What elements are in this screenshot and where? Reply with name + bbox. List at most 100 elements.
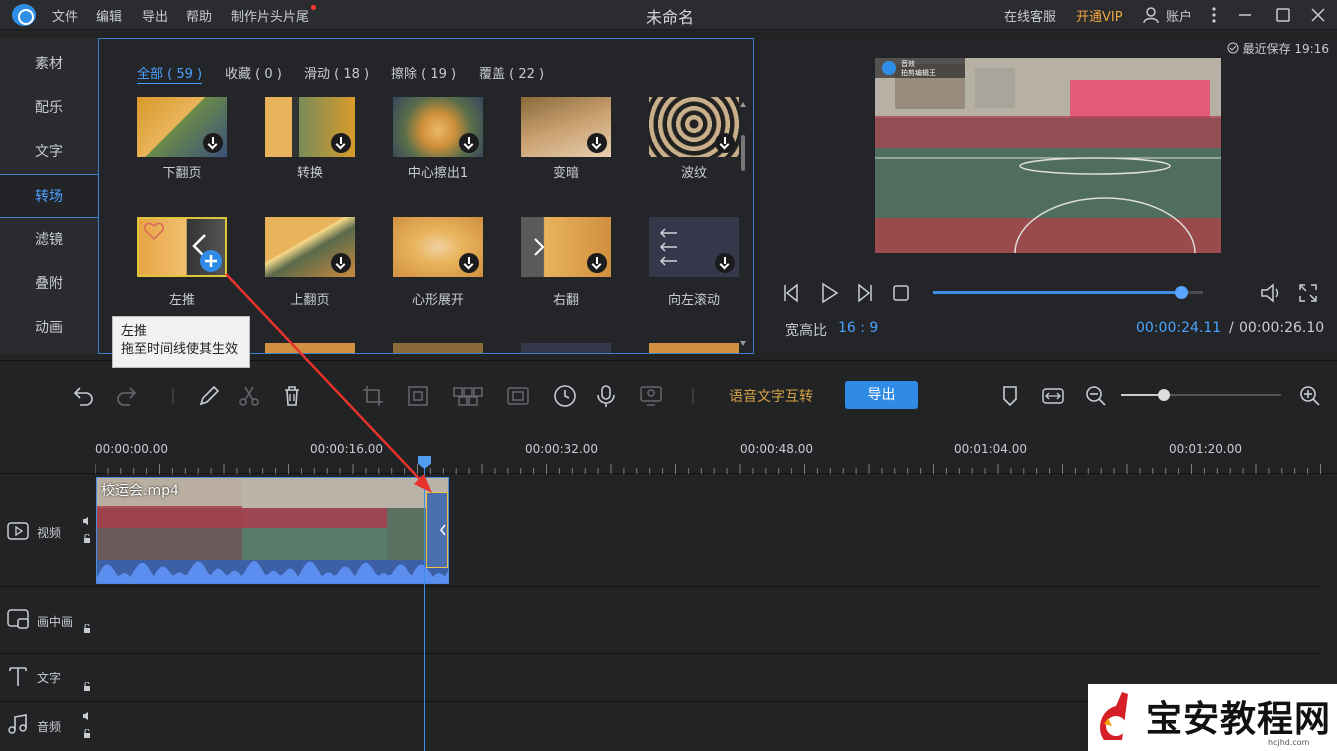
tab-cover[interactable]: 覆盖 ( 22 )	[479, 63, 544, 82]
menu-export[interactable]: 导出	[142, 6, 168, 25]
edit-pencil-icon[interactable]	[196, 383, 222, 409]
transition-thumb[interactable]	[649, 343, 739, 353]
nav-text[interactable]: 文字	[0, 130, 98, 174]
zoom-knob[interactable]	[1158, 389, 1171, 401]
scroll-down-icon[interactable]	[739, 339, 747, 347]
microphone-icon[interactable]	[593, 383, 619, 409]
menu-help[interactable]: 帮助	[186, 6, 212, 25]
nav-filters[interactable]: 滤镜	[0, 218, 98, 262]
lock-icon[interactable]	[82, 682, 92, 692]
export-button[interactable]: 导出	[845, 381, 918, 409]
download-icon[interactable]	[587, 133, 607, 153]
tab-favorites[interactable]: 收藏 ( 0 )	[225, 63, 282, 82]
speech-to-text-button[interactable]: 语音文字互转	[729, 386, 813, 406]
tab-slide[interactable]: 滑动 ( 18 )	[304, 63, 369, 82]
nav-animation[interactable]: 动画	[0, 306, 98, 350]
nav-overlays[interactable]: 叠附	[0, 262, 98, 306]
timeline-ruler[interactable]: 00:00:00.00 00:00:16.00 00:00:32.00 00:0…	[0, 430, 1337, 474]
volume-icon[interactable]	[1259, 282, 1283, 304]
add-circle-icon[interactable]	[199, 249, 223, 273]
screen-record-icon[interactable]	[638, 383, 664, 409]
transition-thumb[interactable]	[393, 97, 483, 157]
resize-icon[interactable]	[405, 383, 431, 409]
lock-icon[interactable]	[82, 729, 92, 739]
divider-icon	[172, 388, 174, 404]
progress-fill	[933, 291, 1182, 294]
watermark-url: hcjhd.com	[1268, 738, 1310, 747]
transition-label: 向左滚动	[667, 293, 720, 308]
nav-music[interactable]: 配乐	[0, 86, 98, 130]
transition-thumb[interactable]	[649, 97, 739, 157]
zoom-in-icon[interactable]	[1297, 383, 1323, 409]
download-icon[interactable]	[459, 133, 479, 153]
transition-thumb[interactable]	[649, 217, 739, 277]
fullscreen-icon[interactable]	[1297, 282, 1319, 304]
transition-thumb[interactable]	[393, 217, 483, 277]
menu-file[interactable]: 文件	[52, 6, 78, 25]
menu-intro-outro[interactable]: 制作片头片尾	[231, 6, 309, 25]
tick-label: 00:00:00.00	[95, 442, 168, 456]
track-header: 文字	[0, 654, 95, 701]
menu-edit[interactable]: 编辑	[96, 6, 122, 25]
download-icon[interactable]	[715, 253, 735, 273]
mosaic-icon[interactable]	[452, 383, 484, 409]
video-clip[interactable]: 校运会.mp4	[96, 477, 449, 584]
lock-icon[interactable]	[82, 624, 92, 634]
tab-all[interactable]: 全部 ( 59 )	[137, 63, 203, 84]
nav-transitions[interactable]: 转场	[0, 174, 98, 218]
close-icon[interactable]	[1306, 3, 1330, 27]
transition-thumb[interactable]	[265, 343, 355, 353]
transition-thumb-selected[interactable]	[137, 217, 227, 277]
undo-icon[interactable]	[70, 383, 96, 409]
pip-track-icon	[7, 609, 29, 629]
zoom-out-icon[interactable]	[1083, 383, 1109, 409]
transition-thumb[interactable]	[265, 97, 355, 157]
download-icon[interactable]	[587, 253, 607, 273]
prev-frame-icon[interactable]	[781, 282, 803, 304]
preview-video[interactable]: 音效 拍剪编辑王	[875, 58, 1221, 253]
stop-icon[interactable]	[891, 283, 911, 303]
more-icon[interactable]	[1202, 3, 1226, 27]
playback-progress[interactable]	[933, 286, 1203, 299]
download-icon[interactable]	[459, 253, 479, 273]
minimize-icon[interactable]	[1233, 3, 1257, 27]
next-frame-icon[interactable]	[853, 282, 875, 304]
volume-icon[interactable]	[82, 711, 92, 721]
transition-thumb[interactable]	[265, 217, 355, 277]
left-nav: 素材 配乐 文字 转场 滤镜 叠附 动画	[0, 38, 98, 354]
zoom-slider[interactable]	[1121, 389, 1281, 401]
tab-wipe[interactable]: 擦除 ( 19 )	[391, 63, 456, 82]
scroll-up-icon[interactable]	[739, 101, 747, 109]
volume-icon[interactable]	[82, 516, 92, 526]
transition-thumb[interactable]	[521, 343, 611, 353]
nav-media[interactable]: 素材	[0, 42, 98, 86]
marker-icon[interactable]	[997, 383, 1023, 409]
vip-link[interactable]: 开通VIP	[1076, 6, 1123, 25]
download-icon[interactable]	[331, 253, 351, 273]
account-label[interactable]: 账户	[1166, 6, 1192, 25]
trash-icon[interactable]	[279, 383, 305, 409]
aspect-ratio-value[interactable]: 16 : 9	[838, 320, 878, 336]
transition-marker[interactable]	[426, 492, 448, 568]
scissors-icon[interactable]	[236, 383, 262, 409]
transition-thumb[interactable]	[393, 343, 483, 353]
fit-timeline-icon[interactable]	[1040, 383, 1066, 409]
play-icon[interactable]	[817, 281, 841, 305]
redo-icon[interactable]	[114, 383, 140, 409]
playhead-line[interactable]	[424, 456, 425, 751]
download-icon[interactable]	[203, 133, 223, 153]
online-service-link[interactable]: 在线客服	[1004, 6, 1056, 25]
frame-icon[interactable]	[505, 383, 531, 409]
crop-icon[interactable]	[360, 383, 386, 409]
progress-knob[interactable]	[1175, 286, 1189, 299]
maximize-icon[interactable]	[1271, 3, 1295, 27]
transition-thumb[interactable]	[521, 97, 611, 157]
lock-icon[interactable]	[82, 534, 92, 544]
transition-thumb[interactable]	[521, 217, 611, 277]
account-icon[interactable]	[1142, 6, 1160, 24]
download-icon[interactable]	[715, 133, 735, 153]
transition-thumb[interactable]	[137, 97, 227, 157]
clock-icon[interactable]	[552, 383, 578, 409]
download-icon[interactable]	[331, 133, 351, 153]
panel-scrollbar[interactable]	[741, 135, 745, 171]
